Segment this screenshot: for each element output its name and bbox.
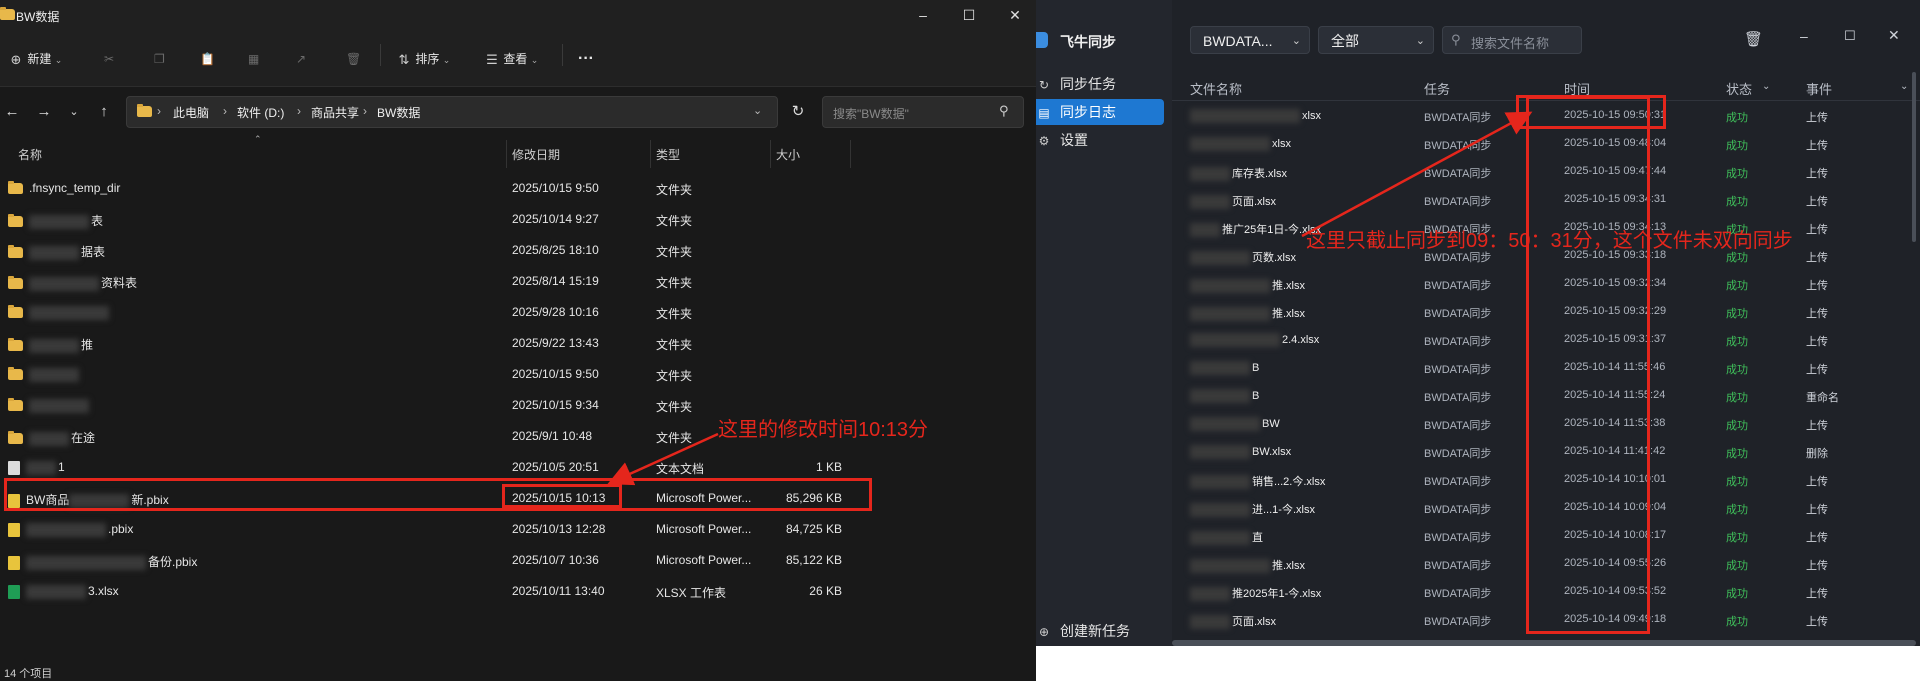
arrow-to-modified-time xyxy=(607,432,719,486)
arrow-to-sync-time xyxy=(1301,111,1533,238)
annotation-arrows xyxy=(607,111,1533,486)
